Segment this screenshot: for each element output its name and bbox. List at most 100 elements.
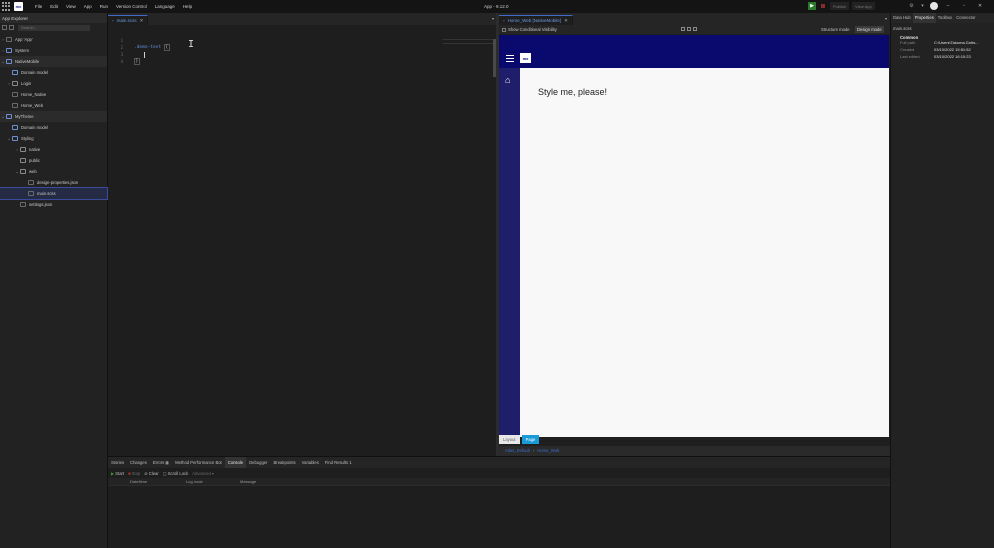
menu-version-control[interactable]: Version Control — [112, 4, 151, 9]
scroll-lock-button[interactable]: ▢ Scroll Lock — [163, 471, 188, 476]
settings-icon[interactable]: ⚙ — [908, 3, 915, 10]
tree-item-native[interactable]: › native — [0, 144, 107, 155]
expand-all-icon[interactable] — [9, 25, 14, 30]
styling-icon — [12, 136, 18, 141]
tree-item-public[interactable]: public — [0, 155, 107, 166]
cart-icon[interactable]: ▾ — [919, 3, 926, 10]
chevron-down-icon[interactable]: ▾ — [885, 16, 887, 21]
tree-item-label: Home_Web — [21, 103, 44, 108]
stop-button[interactable] — [819, 2, 827, 10]
code-area[interactable]: 1 2 3 4 .demo-text { } I — [108, 25, 497, 456]
tab-toolbox[interactable]: Toolbox — [936, 13, 954, 23]
hamburger-menu-icon[interactable] — [506, 55, 514, 64]
tree-item-label: Home_Native — [21, 92, 47, 97]
structure-mode-button[interactable]: Structure mode — [819, 26, 852, 33]
settings-icon — [6, 37, 12, 42]
css-brace: { — [163, 44, 170, 51]
tree-item-system[interactable]: › System — [0, 45, 107, 56]
tab-data-hub[interactable]: Data Hub — [891, 13, 913, 23]
col-datetime[interactable]: Date/time — [130, 478, 186, 485]
col-message[interactable]: Message — [240, 478, 320, 485]
tab-stories[interactable]: Stories — [108, 460, 127, 465]
menu-help[interactable]: Help — [179, 4, 196, 9]
tree-item-design-properties[interactable]: design-properties.json — [0, 177, 107, 188]
stop-button[interactable]: ■ Stop — [128, 471, 140, 476]
tab-properties[interactable]: Properties — [912, 13, 936, 23]
chevron-right-icon: › — [532, 448, 535, 453]
tab-debugger[interactable]: Debugger — [246, 460, 270, 465]
explorer-search-input[interactable]: Search... — [18, 24, 90, 31]
tab-home-web[interactable]: ▫ Home_Web [NativeMobile] ✕ — [499, 15, 573, 25]
status-atlas-link[interactable]: Atlas_Default — [505, 448, 530, 453]
tree-item-login[interactable]: › Login — [0, 78, 107, 89]
design-mode-button[interactable]: Design mode — [855, 26, 884, 33]
publish-button[interactable]: Publish — [830, 2, 850, 10]
tab-console[interactable]: Console — [224, 457, 247, 468]
menu-app[interactable]: App — [80, 4, 96, 9]
crumb-layout[interactable]: Layout — [499, 434, 520, 444]
app-grid-icon[interactable] — [2, 2, 11, 11]
tab-find-results[interactable]: Find Results 1 — [322, 460, 355, 465]
tree-item-web[interactable]: ⌄ web — [0, 166, 107, 177]
tab-variables[interactable]: Variables — [299, 460, 322, 465]
status-page-link[interactable]: Home_Web — [537, 448, 559, 453]
crumb-page[interactable]: Page — [521, 434, 540, 444]
close-window-icon[interactable]: ✕ — [974, 2, 986, 10]
close-icon[interactable]: ✕ — [564, 18, 568, 24]
collapse-all-icon[interactable] — [2, 25, 7, 30]
page-icon — [12, 92, 18, 97]
view-app-button[interactable]: View App — [852, 2, 875, 10]
menu-run[interactable]: Run — [96, 4, 112, 9]
desktop-icon[interactable] — [693, 27, 697, 31]
col-log-node[interactable]: Log node — [186, 478, 240, 485]
avatar[interactable] — [930, 2, 938, 10]
tree-item-label: System — [15, 48, 29, 53]
tab-connector[interactable]: Connector — [954, 13, 977, 23]
close-icon[interactable]: ✕ — [140, 18, 144, 24]
start-button[interactable]: ▶ Start — [111, 471, 124, 476]
prop-row: Full path C:\Users\Takuma.Gotts... — [891, 39, 994, 46]
menu-edit[interactable]: Edit — [46, 4, 62, 9]
tab-mpb[interactable]: Method Performance Bot — [172, 460, 225, 465]
line-number: 3 — [120, 52, 123, 57]
menu-file[interactable]: File — [31, 4, 46, 9]
minimap[interactable] — [443, 39, 493, 47]
tree-item-label: public — [29, 158, 40, 163]
advanced-dropdown[interactable]: Advanced ▾ — [192, 471, 214, 476]
tree-item-domain-model[interactable]: Domain model — [0, 67, 107, 78]
page-canvas[interactable]: mx ⌂ Style me, please! — [499, 35, 889, 437]
clear-icon: ⊘ — [144, 470, 148, 476]
clear-button[interactable]: ⊘ Clear — [144, 471, 159, 476]
tree-item-domain-model[interactable]: Domain model — [0, 122, 107, 133]
tree-item-settings-json[interactable]: settings.json — [0, 199, 107, 210]
folder-icon — [20, 169, 26, 174]
home-icon[interactable]: ⌂ — [505, 76, 510, 85]
menu-view[interactable]: View — [62, 4, 80, 9]
app-sidebar: ⌂ — [499, 68, 520, 437]
menu-language[interactable]: Language — [151, 4, 179, 9]
tab-breakpoints[interactable]: Breakpoints — [271, 460, 299, 465]
title-right-icons: ⚙ ▾ – ▫ ✕ — [908, 2, 986, 10]
tree-item-app[interactable]: › App 'App' — [0, 34, 107, 45]
tree-item-main-scss[interactable]: main.scss — [0, 187, 108, 200]
module-icon — [6, 114, 12, 119]
maximize-icon[interactable]: ▫ — [958, 2, 970, 10]
phone-icon[interactable] — [681, 27, 685, 31]
tree-item-home-web[interactable]: Home_Web — [0, 100, 107, 111]
tree-item-nativemobile[interactable]: ⌄ NativeMobile — [0, 56, 107, 67]
tree-item-home-native[interactable]: Home_Native — [0, 89, 107, 100]
tab-label: main.scss — [116, 18, 137, 23]
tab-main-scss[interactable]: ▫ main.scss ✕ — [108, 15, 149, 25]
chevron-down-icon[interactable]: ▾ — [492, 16, 494, 21]
tablet-icon[interactable] — [687, 27, 691, 31]
run-button[interactable]: ▶ — [808, 2, 816, 10]
tab-errors[interactable]: Errors 0 — [150, 460, 172, 465]
properties-panel: Data Hub Properties Toolbox Connector ma… — [890, 13, 994, 548]
minimize-icon[interactable]: – — [942, 2, 954, 10]
visibility-checkbox[interactable] — [502, 27, 506, 32]
tab-changes[interactable]: Changes — [127, 460, 150, 465]
tree-item-mytheme[interactable]: ⌄ MyTheme — [0, 111, 107, 122]
demo-text[interactable]: Style me, please! — [538, 87, 607, 97]
tree-item-styling[interactable]: ⌄ Styling — [0, 133, 107, 144]
play-icon: ▶ — [111, 470, 115, 476]
